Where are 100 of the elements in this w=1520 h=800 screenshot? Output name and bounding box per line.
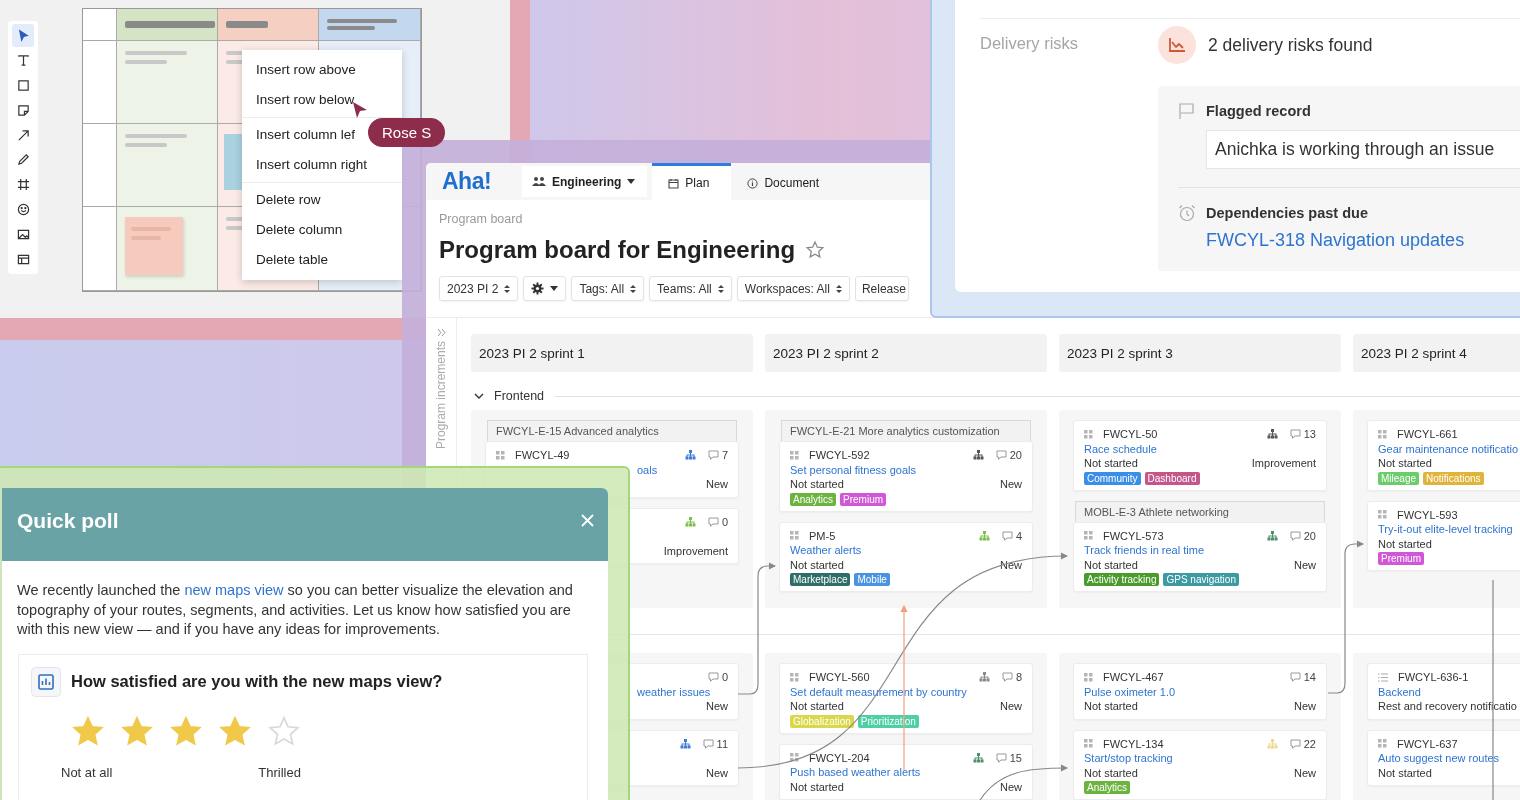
sprint-header: 2023 PI 2 sprint 3 — [1059, 334, 1341, 372]
feature-card[interactable]: FWCYL-661 Gear maintenance notificatio Not started Mileage Notifications — [1367, 420, 1520, 491]
feature-card[interactable]: FWCYL-636-1 Backend Rest and recovery notificatio — [1367, 663, 1520, 720]
tag: Community — [1084, 471, 1141, 485]
drag-handle-icon[interactable] — [1084, 672, 1093, 682]
tag: Marketplace — [790, 573, 851, 586]
feature-card[interactable]: FWCYL-637 Auto suggest new routes Not started — [1367, 729, 1520, 786]
sprint-header: 2023 PI 2 sprint 4 — [1353, 334, 1520, 372]
epic-label[interactable]: FWCYL-E-21 More analytics customization — [781, 420, 1031, 441]
comment-icon — [995, 450, 1007, 461]
favorite-star-icon[interactable] — [805, 240, 826, 260]
comment-icon — [1001, 530, 1013, 541]
menu-item[interactable]: Insert row above — [250, 55, 362, 85]
card-title[interactable]: Pulse oximeter 1.0 — [1084, 684, 1176, 699]
comment-icon — [707, 516, 719, 527]
drag-handle-icon[interactable] — [790, 531, 799, 541]
team-icon — [532, 176, 546, 187]
menu-item[interactable]: Delete row — [250, 185, 327, 215]
gear-icon — [531, 282, 545, 295]
card-title[interactable]: Start/stop tracking — [1084, 751, 1173, 766]
chevron-icon[interactable] — [474, 392, 484, 400]
feature-card[interactable]: PM-5 4 Weather alerts Not started New Marketplace Mobile — [779, 521, 1033, 592]
tag: Activity tracking — [1084, 573, 1160, 586]
filter-dropdown[interactable]: Release — [854, 276, 909, 301]
caret-icon — [550, 286, 559, 291]
feature-card[interactable]: FWCYL-134 22 Start/stop tracking Not started New Analytics — [1073, 729, 1327, 800]
type-text: New — [1294, 765, 1316, 780]
list-icon — [1378, 672, 1388, 682]
workspace-dropdown[interactable]: Engineering — [522, 166, 648, 197]
feature-card[interactable]: FWCYL-593 Try-it-out elite-level tracking Not started Premium — [1367, 500, 1520, 571]
drag-handle-icon[interactable] — [790, 672, 799, 682]
pen-icon — [16, 153, 30, 167]
maps-view-link[interactable]: new maps view — [184, 582, 284, 598]
card-title[interactable]: Backend — [1378, 684, 1421, 699]
tag: Analytics — [790, 492, 836, 506]
menu-item[interactable]: Delete table — [250, 245, 335, 275]
card-title[interactable]: Auto suggest new routes — [1378, 751, 1500, 766]
comment-count: 11 — [716, 736, 728, 751]
select-icon — [16, 28, 30, 42]
feature-card[interactable]: FWCYL-204 15 Push based weather alerts Not started New — [779, 743, 1033, 800]
select-tool[interactable] — [12, 24, 34, 47]
comment-icon — [1289, 672, 1301, 683]
drag-handle-icon[interactable] — [1378, 510, 1387, 520]
record-id: FWCYL-636-1 — [1398, 670, 1469, 685]
drag-handle-icon[interactable] — [1378, 739, 1387, 749]
epic-label[interactable]: FWCYL-E-15 Advanced analytics — [487, 420, 737, 441]
close-icon[interactable] — [581, 514, 594, 527]
card-title[interactable]: Track friends in real time — [1084, 543, 1205, 558]
drag-handle-icon[interactable] — [790, 753, 799, 763]
card-title[interactable]: oals — [637, 462, 658, 477]
comment-icon — [1289, 738, 1301, 749]
expand-icon[interactable] — [436, 328, 446, 337]
poll-chart-icon — [31, 666, 61, 697]
menu-item[interactable]: Insert column right — [250, 150, 374, 180]
note-field[interactable]: Anichka is working through an issue — [1206, 130, 1520, 169]
filter-dropdown[interactable]: Teams: All — [649, 276, 732, 301]
feature-card[interactable]: FWCYL-560 8 Set default measurement by country Not started New Globalization Prioritization — [779, 663, 1033, 734]
menu-item[interactable]: Delete column — [250, 215, 349, 245]
filter-dropdown[interactable]: Workspaces: All — [736, 276, 850, 301]
drag-handle-icon[interactable] — [1084, 429, 1093, 439]
card-title[interactable]: Race schedule — [1084, 441, 1157, 456]
menu-item[interactable]: Insert column lef — [250, 120, 362, 150]
drag-handle-icon[interactable] — [496, 450, 505, 460]
type-text: New — [1294, 699, 1316, 714]
status-text: Not started — [1084, 456, 1138, 471]
status-text: Not started — [1084, 557, 1138, 572]
drag-handle-icon[interactable] — [1378, 429, 1387, 439]
tab[interactable]: Plan — [652, 163, 732, 200]
feature-card[interactable]: FWCYL-467 14 Pulse oximeter 1.0 Not started New — [1073, 663, 1327, 720]
tab[interactable]: Document — [731, 163, 842, 200]
card-title[interactable]: Try-it-out elite-level tracking — [1378, 522, 1513, 537]
card-title[interactable]: Gear maintenance notificatio — [1378, 441, 1519, 456]
record-id: FWCYL-592 — [809, 448, 870, 463]
drag-handle-icon[interactable] — [1084, 739, 1093, 749]
logo[interactable]: Aha! — [442, 168, 522, 195]
sort-arrows-icon — [630, 283, 637, 294]
card-title[interactable]: Push based weather alerts — [790, 765, 921, 780]
filter-dropdown[interactable]: Tags: All — [571, 276, 645, 301]
comment-count: 4 — [1015, 528, 1022, 543]
card-title[interactable]: Set default measurement by country — [790, 684, 967, 699]
drag-handle-icon[interactable] — [790, 450, 799, 460]
comment-icon — [702, 738, 714, 749]
comment-icon — [1289, 530, 1301, 541]
type-text: Improvement — [663, 543, 728, 558]
status-text: Not started — [790, 557, 844, 572]
sort-arrows-icon — [835, 283, 842, 294]
feature-card[interactable]: FWCYL-573 20 Track friends in real time Not started New Activity tracking GPS navigation — [1073, 521, 1327, 592]
card-title[interactable]: weather issues — [637, 684, 711, 699]
record-link[interactable]: FWCYL-318 Navigation updates — [1206, 230, 1465, 251]
epic-label[interactable]: MOBL-E-3 Athlete networking — [1075, 500, 1325, 522]
feature-card[interactable]: FWCYL-50 13 Race schedule Not started Improvement Community Dashboard — [1073, 420, 1327, 491]
drag-handle-icon[interactable] — [1084, 531, 1093, 541]
filter-dropdown[interactable]: 2023 PI 2 — [439, 276, 519, 301]
feature-card[interactable]: FWCYL-592 20 Set personal fitness goals Not started New Analytics Premium — [779, 441, 1033, 512]
card-title[interactable]: Set personal fitness goals — [790, 462, 916, 477]
type-text: New — [1000, 557, 1022, 572]
comment-count: 0 — [721, 670, 728, 685]
card-title[interactable]: Weather alerts — [790, 543, 862, 558]
settings-dropdown[interactable] — [523, 276, 567, 301]
type-text: New — [706, 477, 728, 492]
